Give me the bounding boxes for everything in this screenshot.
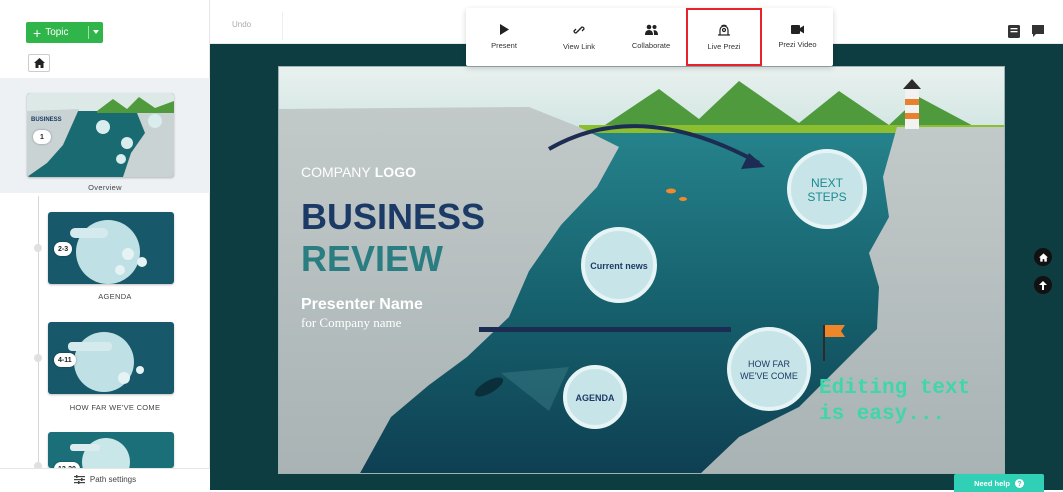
agenda-bubble: AGENDA — [563, 365, 627, 429]
collaborate-label: Collaborate — [631, 41, 671, 50]
live-prezi-button[interactable]: Live Prezi — [686, 8, 762, 66]
how-far-line2: WE'VE COME — [740, 371, 798, 381]
home-button[interactable] — [28, 54, 50, 72]
agenda-text: AGENDA — [575, 393, 615, 403]
divider — [282, 12, 283, 40]
divider-bar — [479, 327, 731, 332]
path-settings-button[interactable]: Path settings — [0, 468, 210, 490]
next-steps-line2: STEPS — [807, 190, 846, 204]
path-settings-label: Path settings — [89, 475, 137, 484]
tree-node-dot — [34, 354, 42, 362]
company-name: for Company name — [301, 315, 402, 330]
slide-overview[interactable]: NEXT STEPS Current news HOW FAR WE'VE CO… — [278, 66, 1005, 474]
need-help-label: Need help — [974, 478, 1010, 488]
company-logo: COMPANY LOGO — [301, 164, 416, 180]
company-logo-light: COMPANY — [301, 164, 371, 180]
lighthouse — [903, 79, 921, 129]
add-topic-label: Topic — [45, 27, 69, 38]
need-help-button[interactable]: Need help ? — [954, 474, 1044, 492]
chevron-down-icon[interactable] — [93, 30, 99, 34]
how-far-bubble: HOW FAR WE'VE COME — [727, 327, 811, 411]
link-icon — [573, 25, 585, 34]
editing-text-line1: Editing text — [819, 377, 970, 400]
split-divider — [88, 26, 89, 39]
editor-canvas[interactable]: NEXT STEPS Current news HOW FAR WE'VE CO… — [210, 44, 1063, 492]
thumbnail-label-overview: Overview — [88, 183, 122, 192]
tree-connector — [38, 196, 39, 466]
topic-badge-agenda: 2-3 — [54, 242, 73, 256]
editing-text-line2: is easy... — [819, 403, 945, 426]
video-camera-icon — [791, 25, 804, 34]
people-icon — [644, 24, 658, 35]
slide-artwork: NEXT STEPS Current news HOW FAR WE'VE CO… — [279, 67, 1004, 473]
next-steps-bubble: NEXT STEPS — [787, 149, 867, 229]
thumb-title: BUSINESS — [31, 117, 62, 123]
live-prezi-label: Live Prezi — [707, 41, 741, 51]
back-up-button[interactable] — [1034, 276, 1052, 294]
current-news-text: Current news — [590, 261, 648, 271]
home-icon — [33, 58, 45, 68]
arrow-up-icon — [1039, 280, 1047, 290]
thumbnail-label-agenda: AGENDA — [98, 292, 132, 301]
collaborate-button[interactable]: Collaborate — [616, 8, 686, 66]
home-view-button[interactable] — [1034, 248, 1052, 266]
sidebar: + Topic BUSINESS 1 Overview 2-3 AGENDA 4… — [0, 0, 210, 490]
undo-button[interactable]: Undo — [232, 20, 251, 29]
play-icon — [500, 24, 509, 35]
view-link-label: View Link — [563, 41, 595, 51]
title-line1: BUSINESS — [301, 196, 485, 237]
how-far-line1: HOW FAR — [748, 359, 790, 369]
title-line2: REVIEW — [301, 238, 443, 279]
thumbnail-label-how-far: HOW FAR WE'VE COME — [69, 403, 161, 412]
topic-badge-how-far: 4-11 — [54, 353, 76, 367]
add-topic-button[interactable]: + Topic — [26, 22, 103, 43]
plus-icon: + — [33, 24, 42, 41]
broadcast-icon — [718, 24, 730, 36]
view-link-button[interactable]: View Link — [542, 8, 616, 66]
svg-text:?: ? — [1017, 481, 1021, 488]
tree-node-dot — [34, 244, 42, 252]
current-news-bubble: Current news — [581, 227, 657, 303]
presenter-name: Presenter Name — [301, 296, 423, 313]
home-icon — [1038, 252, 1048, 262]
notes-icon[interactable] — [1008, 25, 1020, 38]
share-toolbar: Present View Link Collaborate Live Prezi… — [466, 8, 833, 66]
present-button[interactable]: Present — [466, 8, 542, 66]
present-label: Present — [491, 41, 517, 50]
company-logo-bold: LOGO — [375, 164, 416, 180]
help-icon: ? — [1014, 478, 1024, 488]
comment-icon[interactable] — [1032, 25, 1044, 37]
sliders-icon — [73, 475, 85, 484]
prezi-video-button[interactable]: Prezi Video — [762, 8, 833, 66]
topic-badge-overview: 1 — [33, 130, 51, 144]
next-steps-line1: NEXT — [811, 176, 844, 190]
prezi-video-label: Prezi Video — [778, 40, 817, 49]
